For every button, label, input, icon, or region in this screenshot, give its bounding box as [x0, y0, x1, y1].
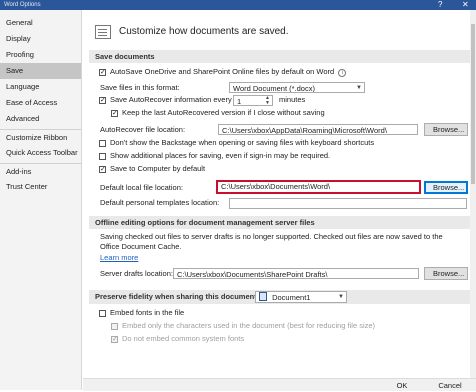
- default-local-location-label: Default local file location:: [100, 183, 183, 192]
- autosave-label: AutoSave OneDrive and SharePoint Online …: [110, 67, 335, 76]
- save-document-icon: [95, 25, 111, 39]
- chevron-down-icon: ▼: [356, 85, 362, 91]
- default-local-location-input[interactable]: C:\Users\xbox\Documents\Word\: [216, 180, 421, 194]
- section-save-documents: Save documents: [89, 50, 473, 63]
- save-options-panel: Customize how documents are saved. Save …: [83, 10, 476, 390]
- page-header: Customize how documents are saved.: [119, 26, 289, 37]
- spinner-arrows-icon: ▲ ▼: [265, 95, 270, 106]
- sidebar-item-customize-ribbon[interactable]: Customize Ribbon: [0, 129, 81, 145]
- no-common-fonts-checkbox[interactable]: ✓: [111, 336, 118, 343]
- save-to-computer-label: Save to Computer by default: [110, 164, 206, 173]
- server-drafts-label: Server drafts location:: [100, 269, 173, 278]
- backstage-label: Don't show the Backstage when opening or…: [110, 138, 375, 147]
- embed-only-used-checkbox[interactable]: [111, 323, 118, 330]
- learn-more-link[interactable]: Learn more: [100, 253, 138, 263]
- sidebar-item-display[interactable]: Display: [0, 31, 81, 47]
- browse-default-local-button[interactable]: Browse...: [424, 181, 468, 194]
- backstage-checkbox[interactable]: [99, 140, 106, 147]
- browse-autorecover-button[interactable]: Browse...: [424, 123, 468, 136]
- server-drafts-input[interactable]: C:\Users\xbox\Documents\SharePoint Draft…: [173, 268, 419, 279]
- scrollbar-thumb[interactable]: [471, 24, 475, 184]
- help-icon[interactable]: ?: [438, 0, 442, 10]
- keep-last-version-label: Keep the last AutoRecovered version if I…: [122, 108, 325, 117]
- window-title: Word Options: [4, 2, 41, 8]
- sidebar: General Display Proofing Save Language E…: [0, 10, 82, 390]
- autosave-checkbox[interactable]: ✓: [99, 69, 106, 76]
- preserve-fidelity-title: Preserve fidelity when sharing this docu…: [95, 292, 260, 301]
- cancel-button[interactable]: Cancel: [427, 380, 473, 392]
- sidebar-item-trust-center[interactable]: Trust Center: [0, 179, 81, 195]
- fidelity-document-dropdown[interactable]: Document1 ▼: [255, 291, 347, 303]
- close-icon[interactable]: ✕: [462, 0, 469, 10]
- document-icon: [259, 292, 267, 301]
- sidebar-item-quick-access-toolbar[interactable]: Quick Access Toolbar: [0, 145, 81, 161]
- additional-places-label: Show additional places for saving, even …: [110, 151, 331, 160]
- save-to-computer-checkbox[interactable]: ✓: [99, 166, 106, 173]
- offline-description: Saving checked out files to server draft…: [100, 232, 443, 251]
- save-format-dropdown[interactable]: Word Document (*.docx) ▼: [229, 82, 365, 93]
- embed-fonts-label: Embed fonts in the file: [110, 308, 185, 317]
- browse-server-drafts-button[interactable]: Browse...: [424, 267, 468, 280]
- additional-places-checkbox[interactable]: [99, 153, 106, 160]
- autorecover-label: Save AutoRecover information every: [110, 95, 232, 104]
- personal-templates-input[interactable]: [229, 198, 467, 209]
- info-icon: i: [338, 69, 347, 77]
- no-common-fonts-label: Do not embed common system fonts: [122, 334, 245, 343]
- autorecover-minutes-spinner[interactable]: 1 ▲ ▼: [233, 95, 273, 106]
- autorecover-location-input[interactable]: C:\Users\xbox\AppData\Roaming\Microsoft\…: [218, 124, 418, 135]
- embed-only-used-label: Embed only the characters used in the do…: [122, 321, 376, 330]
- chevron-down-icon: ▼: [338, 294, 344, 300]
- sidebar-item-proofing[interactable]: Proofing: [0, 47, 81, 63]
- sidebar-item-ease-of-access[interactable]: Ease of Access: [0, 95, 81, 111]
- ok-button[interactable]: OK: [383, 380, 421, 392]
- sidebar-item-save[interactable]: Save: [0, 63, 81, 79]
- title-bar: Word Options ? ✕: [0, 0, 476, 10]
- autorecover-location-label: AutoRecover file location:: [100, 125, 186, 134]
- embed-fonts-checkbox[interactable]: [99, 310, 106, 317]
- save-format-label: Save files in this format:: [100, 83, 180, 92]
- vertical-scrollbar[interactable]: [470, 10, 476, 380]
- keep-last-version-checkbox[interactable]: ✓: [111, 110, 118, 117]
- sidebar-item-advanced[interactable]: Advanced: [0, 111, 81, 127]
- sidebar-item-general[interactable]: General: [0, 15, 81, 31]
- autorecover-checkbox[interactable]: ✓: [99, 97, 106, 104]
- personal-templates-label: Default personal templates location:: [100, 198, 220, 207]
- section-offline-editing: Offline editing options for document man…: [89, 216, 473, 229]
- sidebar-item-add-ins[interactable]: Add-ins: [0, 163, 81, 179]
- sidebar-item-language[interactable]: Language: [0, 79, 81, 95]
- minutes-label: minutes: [279, 95, 306, 104]
